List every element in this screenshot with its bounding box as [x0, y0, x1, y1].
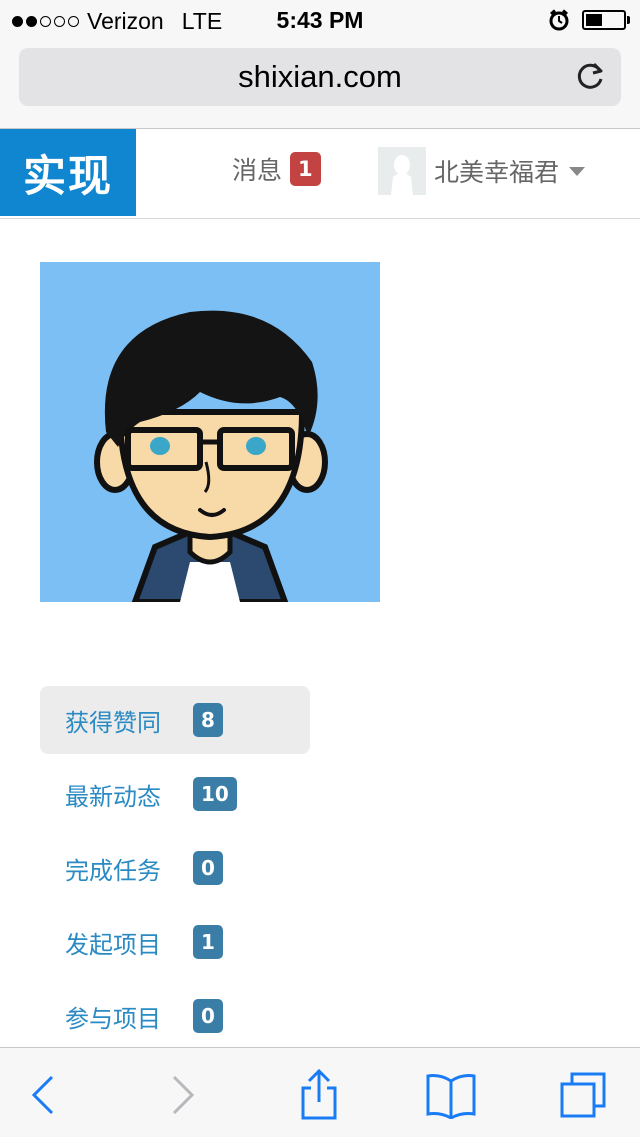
stats-list: 获得赞同 8 最新动态 10 完成任务 0 发起项目 1 参与项目 0 [40, 686, 310, 1056]
stat-item-joined-projects[interactable]: 参与项目 0 [40, 982, 310, 1050]
forward-button[interactable] [156, 1068, 210, 1122]
url-text: shixian.com [238, 59, 402, 94]
status-time: 5:43 PM [276, 7, 364, 33]
stat-label: 参与项目 [65, 1004, 161, 1033]
alarm-icon [549, 9, 569, 31]
username: 北美幸福君 [434, 158, 560, 187]
share-button[interactable] [292, 1068, 346, 1122]
messages-label: 消息 [232, 156, 283, 185]
site-navbar: 实现 消息 1 北美幸福君 [0, 129, 640, 219]
messages-link[interactable]: 消息 1 [232, 151, 321, 187]
stat-label: 最新动态 [65, 782, 161, 811]
stat-item-started-projects[interactable]: 发起项目 1 [40, 908, 310, 976]
stat-count-badge: 0 [193, 851, 223, 885]
share-icon [301, 1068, 337, 1120]
stat-count-badge: 1 [193, 925, 223, 959]
profile-avatar [40, 262, 380, 602]
back-button[interactable] [16, 1068, 70, 1122]
tabs-button[interactable] [556, 1068, 610, 1122]
stat-label: 发起项目 [65, 930, 161, 959]
forward-icon [172, 1075, 195, 1115]
stat-item-likes[interactable]: 获得赞同 8 [40, 686, 310, 754]
battery-icon [582, 10, 630, 30]
stat-label: 完成任务 [65, 856, 161, 885]
messages-count-badge: 1 [290, 152, 321, 186]
tabs-icon [560, 1072, 606, 1118]
stat-count-badge: 8 [193, 703, 223, 737]
stat-count-badge: 0 [193, 999, 223, 1033]
user-menu[interactable]: 北美幸福君 [378, 147, 586, 195]
stat-item-tasks[interactable]: 完成任务 0 [40, 834, 310, 902]
browser-chrome: shixian.com [0, 40, 640, 129]
stat-item-activity[interactable]: 最新动态 10 [40, 760, 310, 828]
status-bar: Verizon LTE 5:43 PM [0, 0, 640, 40]
caret-down-icon [569, 166, 586, 176]
bookmarks-button[interactable] [424, 1068, 478, 1122]
back-icon [31, 1075, 54, 1115]
bookmarks-icon [426, 1074, 476, 1119]
stat-count-badge: 10 [193, 777, 237, 811]
browser-toolbar [0, 1047, 640, 1137]
site-logo[interactable]: 实现 [0, 129, 136, 216]
status-right [548, 9, 630, 31]
user-avatar [378, 147, 426, 195]
stat-label: 获得赞同 [65, 708, 161, 737]
address-bar[interactable]: shixian.com [19, 48, 621, 106]
reload-icon[interactable] [573, 60, 607, 94]
